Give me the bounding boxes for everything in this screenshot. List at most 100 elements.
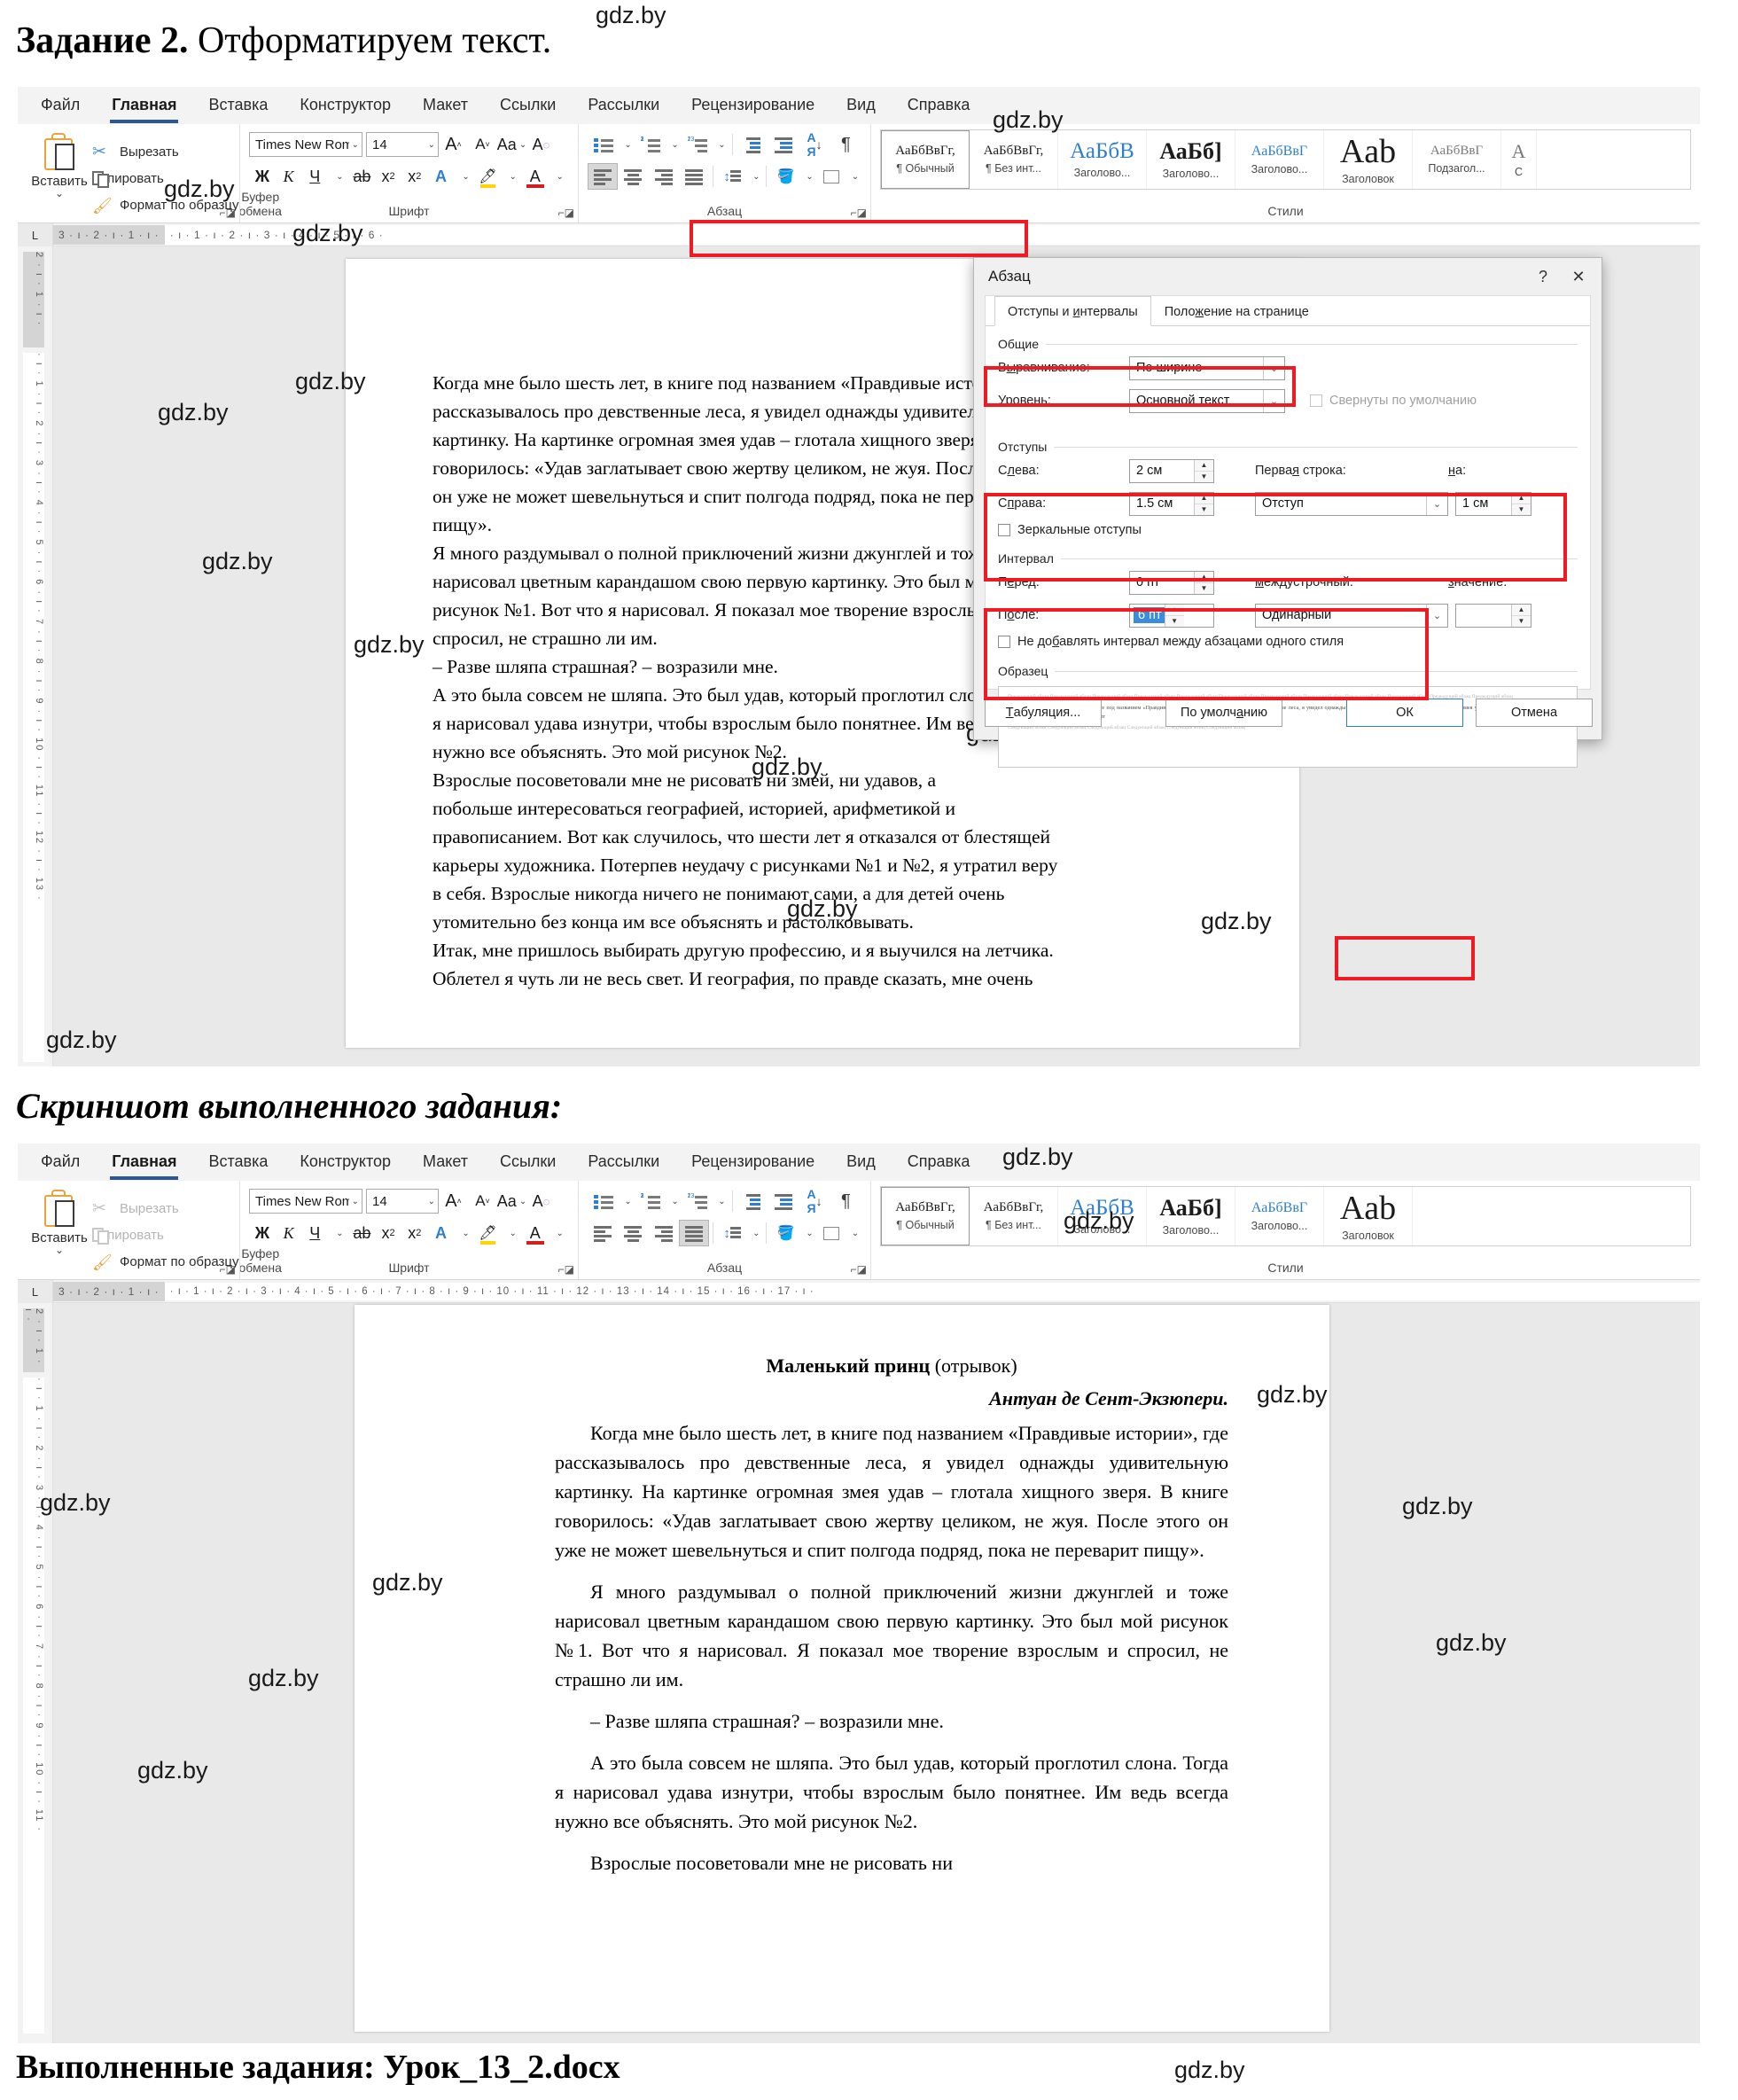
highlight-color-button[interactable]: 🖊 [475, 163, 502, 190]
spacing-before-stepper[interactable]: 0 пт ▲ ▼ [1129, 570, 1214, 595]
tab-home[interactable]: Главная [110, 96, 179, 123]
tab-insert-2[interactable]: Вставка [208, 1152, 268, 1173]
chevron-down-icon[interactable]: ⌄ [801, 163, 816, 190]
chevron-down-icon[interactable]: ⌄ [454, 163, 474, 190]
style-item-no-spacing-2[interactable]: АаБбВвГг, ¶ Без инт... [970, 1187, 1058, 1245]
line-spacing-select[interactable]: Одинарный ⌄ [1255, 603, 1448, 628]
help-button[interactable]: ? [1525, 262, 1561, 292]
shading-button[interactable]: 🪣 [770, 163, 800, 190]
horizontal-ruler-2[interactable]: L 3 · ı · 2 · ı · 1 · ı · · ı · 1 · ı · … [18, 1280, 1700, 1303]
font-dialog-launcher-icon[interactable]: ⌐◪ [558, 1263, 574, 1276]
close-icon[interactable]: ✕ [1561, 262, 1596, 292]
tab-stop-selector-2[interactable]: L [18, 1280, 53, 1303]
tab-design[interactable]: Конструктор [300, 96, 391, 116]
clipboard-dialog-launcher-icon[interactable]: ⌐◪ [220, 1263, 236, 1276]
align-center-button-2[interactable] [618, 1220, 648, 1246]
change-case-button-2[interactable]: Aa ⌄ [497, 1188, 526, 1214]
tab-references[interactable]: Ссылки [500, 96, 556, 116]
indent-right-stepper[interactable]: 1.5 см ▲ ▼ [1129, 491, 1214, 516]
tab-design-2[interactable]: Конструктор [300, 1152, 391, 1173]
highlight-color-button-2[interactable]: 🖊 [475, 1220, 502, 1246]
set-default-button[interactable]: По умолч а нию [1165, 699, 1282, 727]
style-item-title-2[interactable]: Аab Заголовок [1324, 1187, 1413, 1245]
chevron-down-icon[interactable]: ⌄ [328, 163, 348, 190]
font-name-input[interactable]: Times New Rom ⌄ [249, 132, 362, 157]
subscript-button-2[interactable]: x2 [375, 1220, 401, 1246]
decrease-indent-button-2[interactable] [737, 1188, 768, 1214]
stepper-up-icon[interactable]: ▲ [1165, 604, 1184, 616]
font-name-input-2[interactable]: Times New Rom ⌄ [249, 1189, 362, 1214]
spacing-after-stepper[interactable]: 6 пт ▲ ▼ [1129, 603, 1214, 628]
chevron-down-icon[interactable]: ⌄ [352, 1197, 359, 1206]
chevron-down-icon[interactable]: ⌄ [501, 163, 521, 190]
shading-button-2[interactable]: 🪣 [770, 1220, 800, 1246]
line-spacing-button-2[interactable]: ↕ [717, 1220, 747, 1246]
strikethrough-button-2[interactable]: ab [349, 1220, 376, 1246]
change-case-button[interactable]: Aa ⌄ [497, 131, 526, 158]
format-painter-button[interactable]: 🖌 Формат по образцу [92, 192, 239, 219]
stepper-buttons[interactable]: ▲ ▼ [1194, 459, 1213, 482]
stepper-down-icon[interactable]: ▼ [1165, 615, 1184, 627]
cut-button-2[interactable]: ✂ Вырезать [92, 1196, 239, 1222]
chevron-down-icon[interactable]: ⌄ [713, 1188, 729, 1214]
chevron-down-icon[interactable]: ⌄ [1426, 492, 1447, 515]
show-formatting-marks-button-2[interactable]: ¶ [830, 1188, 861, 1214]
stepper-up-icon[interactable]: ▲ [1195, 492, 1213, 504]
stepper-down-icon[interactable]: ▼ [1195, 582, 1213, 594]
tab-review-2[interactable]: Рецензирование [691, 1152, 814, 1173]
chevron-down-icon[interactable]: ⌄ [428, 140, 435, 150]
align-right-button[interactable] [649, 163, 679, 190]
tab-file-2[interactable]: Файл [41, 1152, 80, 1173]
tab-insert[interactable]: Вставка [208, 96, 268, 116]
text-effects-button-2[interactable]: A [428, 1220, 455, 1246]
align-left-button-2[interactable] [588, 1220, 618, 1246]
italic-button[interactable]: К [276, 163, 302, 190]
numbering-button[interactable]: 123 [635, 131, 666, 158]
stepper-down-icon[interactable]: ▼ [1195, 504, 1213, 515]
grow-font-button-2[interactable]: A ˄ [439, 1188, 468, 1214]
tab-review[interactable]: Рецензирование [691, 96, 814, 116]
style-item-heading-2[interactable]: АаБб] Заголово... [1147, 130, 1235, 189]
mirror-indents-checkbox[interactable]: Зеркальные отступы [998, 523, 1578, 537]
borders-button[interactable] [816, 163, 846, 190]
paragraph-dialog-launcher-icon[interactable]: ⌐◪ [851, 207, 867, 219]
underline-button[interactable]: Ч [301, 163, 328, 190]
show-formatting-marks-button[interactable]: ¶ [830, 131, 861, 158]
stepper-up-icon[interactable]: ▲ [1195, 571, 1213, 583]
chevron-down-icon[interactable]: ⌄ [846, 1220, 861, 1246]
tab-help[interactable]: Справка [908, 96, 970, 116]
font-dialog-launcher-icon[interactable]: ⌐◪ [558, 207, 574, 219]
style-item-no-spacing[interactable]: АаБбВвГг, ¶ Без инт... [970, 130, 1058, 189]
dialog-tab-indents[interactable]: Отступы и интервалы [994, 296, 1151, 326]
vertical-ruler[interactable]: 2 · ı · 1 · ı · · ı · 1 · ı · 2 · ı · 3 … [18, 246, 53, 1066]
style-item-subtitle[interactable]: АаБбВвГ Подзагол... [1413, 130, 1501, 189]
style-item-heading-3[interactable]: АаБбВвГ Заголово... [1235, 130, 1324, 189]
style-item-heading-1-2[interactable]: АаБбВ Заголово... [1058, 1187, 1147, 1245]
alignment-select[interactable]: По ширине ⌄ [1129, 355, 1285, 380]
chevron-down-icon[interactable]: ⌄ [1263, 356, 1284, 379]
no-space-same-style-checkbox[interactable]: Не добавлять интервал между абзацами одн… [998, 635, 1578, 649]
outline-level-select[interactable]: Основной текст ⌄ [1129, 388, 1285, 413]
stepper-up-icon[interactable]: ▲ [1195, 459, 1213, 472]
horizontal-ruler[interactable]: L 3 · ı · 2 · ı · 1 · ı · · ı · 1 · ı · … [18, 223, 1700, 246]
subscript-button[interactable]: x2 [375, 163, 401, 190]
chevron-down-icon[interactable]: ⌄ [428, 1197, 435, 1206]
style-item-heading-2-2[interactable]: АаБб] Заголово... [1147, 1187, 1235, 1245]
increase-indent-button-2[interactable] [768, 1188, 799, 1214]
tab-references-2[interactable]: Ссылки [500, 1152, 556, 1173]
styles-gallery[interactable]: АаБбВвГг, ¶ Обычный АаБбВвГг, ¶ Без инт.… [880, 129, 1691, 190]
style-item-heading-3-2[interactable]: АаБбВвГ Заголово... [1235, 1187, 1324, 1245]
tab-view[interactable]: Вид [846, 96, 876, 116]
superscript-button-2[interactable]: x2 [401, 1220, 428, 1246]
first-line-select[interactable]: Отступ ⌄ [1255, 491, 1448, 516]
chevron-down-icon[interactable]: ⌄ [1426, 604, 1447, 627]
stepper-down-icon[interactable]: ▼ [1512, 615, 1531, 627]
font-size-input-2[interactable]: 14 ⌄ [366, 1189, 439, 1214]
chevron-down-icon[interactable]: ⌄ [549, 1220, 569, 1246]
styles-gallery-2[interactable]: АаБбВвГг, ¶ Обычный АаБбВвГг, ¶ Без инт.… [880, 1186, 1691, 1246]
text-effects-button[interactable]: A [428, 163, 455, 190]
chevron-down-icon[interactable]: ⌄ [666, 131, 682, 158]
chevron-down-icon[interactable]: ⌄ [666, 1188, 682, 1214]
ok-button[interactable]: ОК [1346, 699, 1463, 727]
align-justify-button-2[interactable] [678, 1220, 710, 1246]
